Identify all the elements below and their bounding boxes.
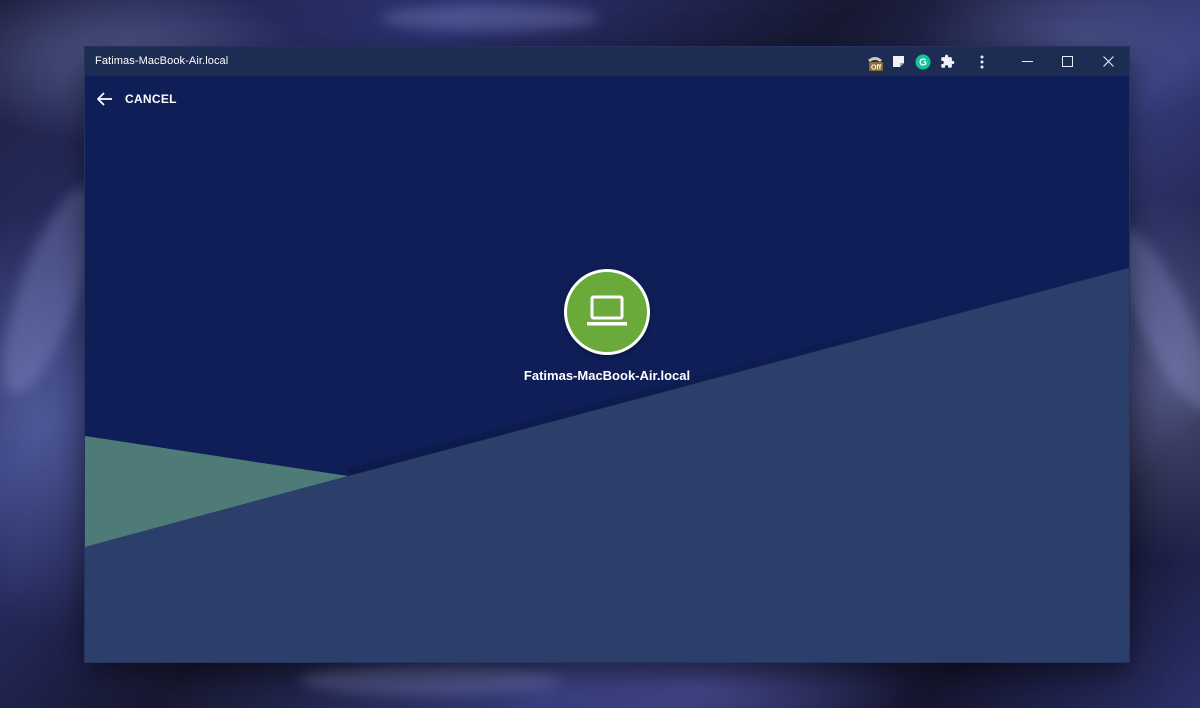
wallpaper-streak bbox=[380, 5, 600, 31]
more-options-icon[interactable] bbox=[962, 47, 1002, 76]
device-avatar[interactable] bbox=[564, 269, 650, 355]
share-target-screen: CANCEL Fatimas-MacBook-Air.local bbox=[85, 76, 1129, 662]
app-window: Fatimas-MacBook-Air.local Off G CANCEL F… bbox=[85, 47, 1129, 662]
off-badge-extension-icon[interactable]: Off bbox=[866, 54, 883, 72]
note-extension-icon[interactable] bbox=[891, 54, 907, 70]
grammarly-letter: G bbox=[919, 58, 927, 69]
arrow-left-icon bbox=[97, 92, 112, 106]
minimize-icon[interactable] bbox=[1007, 47, 1047, 76]
laptop-icon bbox=[587, 295, 627, 326]
wallpaper-streak bbox=[300, 665, 560, 695]
off-badge-label: Off bbox=[871, 65, 882, 72]
grammarly-extension-icon[interactable]: G bbox=[915, 54, 931, 70]
puzzle-extensions-icon[interactable] bbox=[940, 54, 956, 70]
title-bar[interactable]: Fatimas-MacBook-Air.local Off G bbox=[85, 47, 1129, 76]
maximize-icon[interactable] bbox=[1047, 47, 1087, 76]
cancel-label: CANCEL bbox=[125, 92, 177, 106]
cancel-button[interactable]: CANCEL bbox=[97, 89, 177, 109]
window-title: Fatimas-MacBook-Air.local bbox=[95, 55, 229, 67]
device-name: Fatimas-MacBook-Air.local bbox=[523, 368, 691, 383]
close-icon[interactable] bbox=[1088, 47, 1128, 76]
